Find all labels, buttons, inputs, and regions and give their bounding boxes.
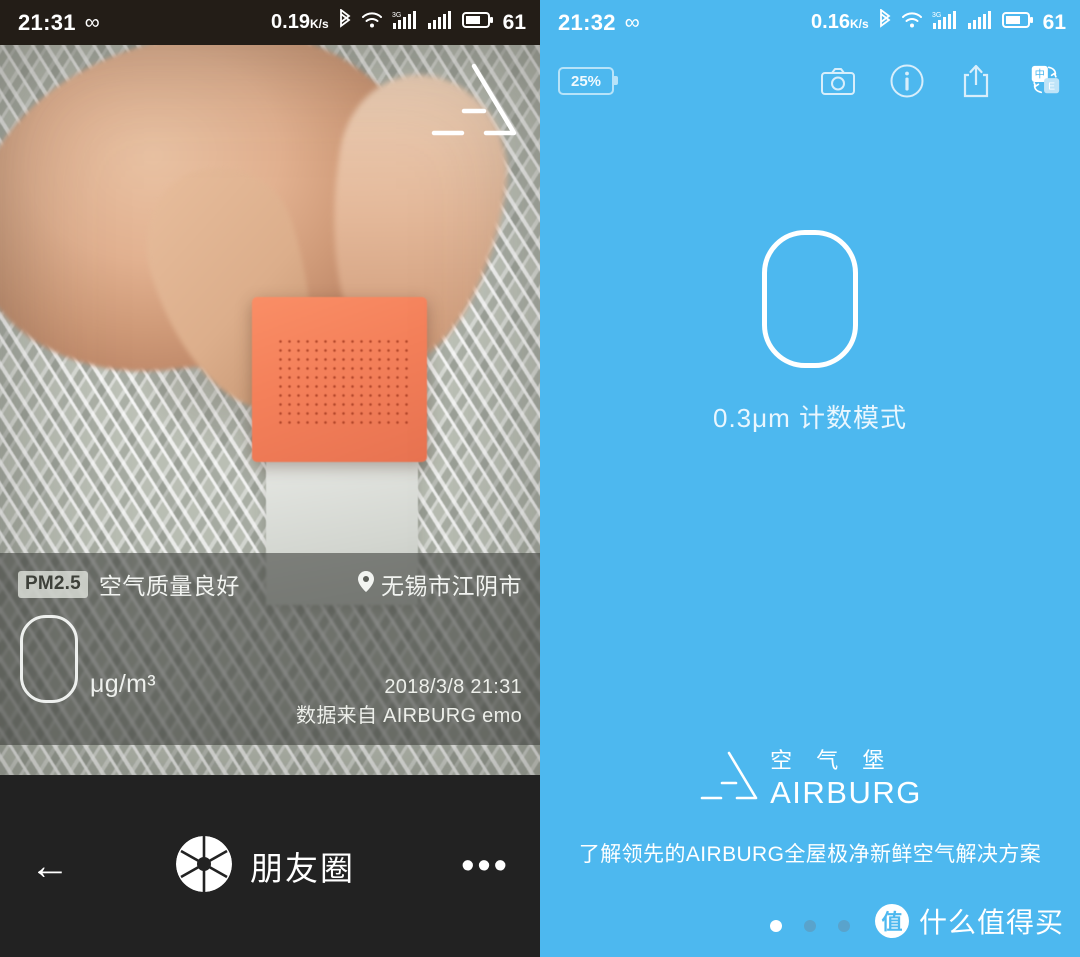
brand-name-en: AIRBURG <box>770 774 922 810</box>
overlay-meta: 2018/3/8 21:31 数据来自 AIRBURG emo <box>296 673 522 731</box>
measurement-mode-label: 0.3μm 计数模式 <box>712 403 907 433</box>
svg-text:中: 中 <box>1035 68 1045 81</box>
page-dot-2[interactable] <box>804 920 816 932</box>
back-arrow-icon[interactable]: ← <box>30 846 90 886</box>
watermark: 值 什么值得买 <box>874 901 1064 941</box>
infinity-icon: ∞ <box>84 11 100 34</box>
status-time: 21:31 <box>18 9 76 35</box>
reading-source: 数据来自 AIRBURG emo <box>296 705 522 727</box>
airburg-triangle-logo <box>698 748 760 809</box>
aperture-icon <box>175 835 233 898</box>
wifi-icon <box>361 10 383 35</box>
location-text: 无锡市江阴市 <box>381 573 522 599</box>
brand-name-cn: 空 气 堡 <box>770 747 894 773</box>
share-bottom-bar: ← 朋友圈 ••• <box>0 775 540 957</box>
app-toolbar: 25% 中 E <box>540 50 1080 112</box>
watermark-text: 什么值得买 <box>918 907 1064 938</box>
location-pin-icon <box>358 570 374 598</box>
battery-icon <box>461 11 494 34</box>
pm25-badge: PM2.5 <box>18 570 88 598</box>
page-dot-1[interactable] <box>770 920 782 932</box>
watermark-badge: 值 <box>874 904 909 938</box>
brand-logo: 空 气 堡 AIRBURG <box>540 748 1080 809</box>
toolbar-icons: 中 E <box>821 64 1062 98</box>
reading-timestamp: 2018/3/8 21:31 <box>384 676 522 698</box>
bluetooth-icon <box>338 8 352 36</box>
screenshot-root: 21:31 ∞ 0.19 K/s 3G 61 PM2.5 空气质量良好 无锡市江… <box>0 0 1080 957</box>
network-speed: 0.19 K/s <box>271 11 329 33</box>
status-bar-left-group: 21:31 ∞ <box>18 10 100 36</box>
air-quality-overlay: PM2.5 空气质量良好 无锡市江阴市 μg/m³ 2018/3/8 21:31… <box>0 553 540 745</box>
svg-text:E: E <box>1048 82 1055 93</box>
status-bar-left-group-2: 21:32 ∞ <box>558 10 640 36</box>
battery-level: 61 <box>502 10 526 34</box>
status-bar-right-group-2: 0.16 K/s 3G 61 <box>811 8 1066 36</box>
speed-unit: K/s <box>849 17 869 31</box>
pm25-unit: μg/m³ <box>90 670 156 698</box>
device-battery-percent: 25% <box>570 72 602 90</box>
status-bar-right-group: 0.19 K/s 3G 61 <box>271 8 526 36</box>
speed-unit: K/s <box>309 17 329 31</box>
right-phone-panel: 21:32 ∞ 0.16 K/s 3G 61 25% 中 E 0.3μm 计数模… <box>540 0 1080 957</box>
device-battery-badge: 25% <box>558 67 618 95</box>
page-dot-3[interactable] <box>838 920 850 932</box>
left-phone-panel: 21:31 ∞ 0.19 K/s 3G 61 PM2.5 空气质量良好 无锡市江… <box>0 0 540 957</box>
info-icon[interactable] <box>890 64 924 98</box>
camera-icon[interactable] <box>821 64 855 98</box>
particle-reading: 0.3μm 计数模式 <box>540 230 1080 435</box>
signal-3g-icon: 3G <box>932 9 958 36</box>
share-icon[interactable] <box>959 64 993 98</box>
network-speed: 0.16 K/s <box>811 11 869 33</box>
location-label: 无锡市江阴市 <box>358 567 522 601</box>
share-target[interactable]: 朋友圈 <box>90 835 440 898</box>
battery-icon <box>1001 11 1034 34</box>
svg-text:3G: 3G <box>392 12 401 19</box>
signal-3g-icon: 3G <box>392 9 418 36</box>
language-toggle-icon[interactable]: 中 E <box>1028 64 1062 98</box>
brand-tagline[interactable]: 了解领先的AIRBURG全屋极净新鲜空气解决方案 <box>540 838 1080 868</box>
particle-count-value <box>762 230 858 368</box>
pm25-value-group: μg/m³ <box>20 615 156 703</box>
infinity-icon: ∞ <box>624 11 640 34</box>
status-bar-left: 21:31 ∞ 0.19 K/s 3G 61 <box>0 0 540 45</box>
battery-level: 61 <box>1042 10 1066 34</box>
more-dots-icon[interactable]: ••• <box>440 847 510 885</box>
status-bar-right: 21:32 ∞ 0.16 K/s 3G 61 <box>540 0 1080 45</box>
overlay-top-row: PM2.5 空气质量良好 无锡市江阴市 <box>18 567 522 601</box>
status-time: 21:32 <box>558 9 616 35</box>
brand-text: 空 气 堡 AIRBURG <box>770 747 922 810</box>
bluetooth-icon <box>878 8 892 36</box>
wifi-icon <box>901 10 923 35</box>
share-target-label: 朋友圈 <box>250 850 355 887</box>
signal-icon <box>427 9 453 36</box>
airburg-triangle-logo <box>428 59 520 141</box>
svg-text:3G: 3G <box>932 12 941 19</box>
signal-icon <box>967 9 993 36</box>
pm25-value <box>20 615 78 703</box>
air-quality-text: 空气质量良好 <box>98 573 240 599</box>
